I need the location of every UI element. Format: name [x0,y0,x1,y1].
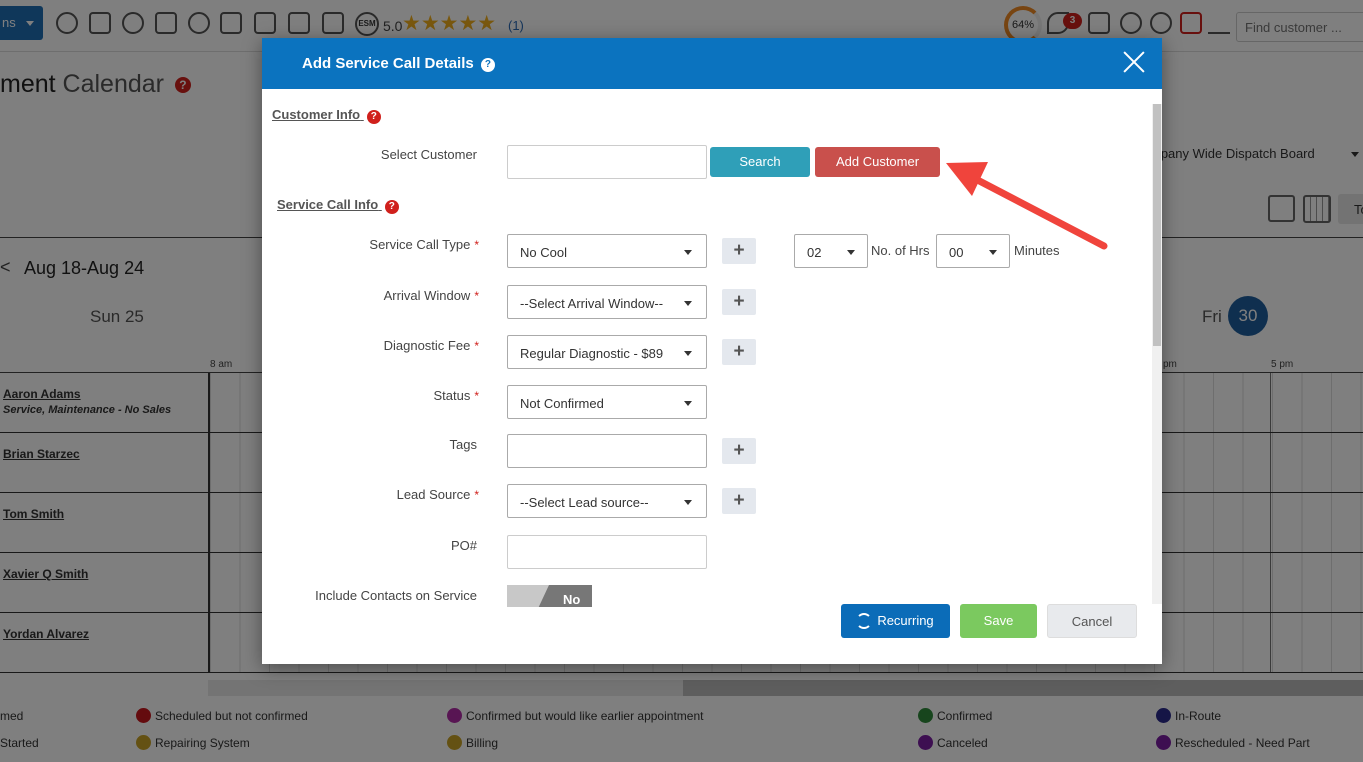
required-mark: * [474,289,479,303]
service-call-info-section: Service Call Info ? [277,197,399,214]
help-icon[interactable]: ? [366,110,381,124]
required-mark: * [474,339,479,353]
hours-suffix: No. of Hrs [871,243,930,258]
service-call-type-label: Service Call Type * [262,237,479,252]
add-customer-button[interactable]: Add Customer [815,147,940,177]
hours-select[interactable]: 02 [794,234,868,268]
modal-scrollbar[interactable] [1152,104,1162,604]
recurring-button[interactable]: Recurring [841,604,950,638]
select-value: Not Confirmed [520,396,604,411]
po-label: PO# [450,538,477,553]
scrollbar-thumb[interactable] [1153,104,1161,346]
select-value: Regular Diagnostic - $89 [520,346,664,361]
service-call-type-select[interactable]: No Cool [507,234,707,268]
include-contacts-label: Include Contacts on Service [315,588,477,603]
modal-header: Add Service Call Details ? [262,38,1162,89]
lead-source-label: Lead Source * [262,487,479,502]
add-diagnostic-fee-button[interactable]: + [722,339,756,365]
search-button[interactable]: Search [710,147,810,177]
select-value: No Cool [520,245,567,260]
select-customer-label: Select Customer [380,147,477,162]
status-label: Status * [262,388,479,403]
add-arrival-window-button[interactable]: + [722,289,756,315]
close-icon[interactable] [1122,50,1146,74]
chevron-down-icon [684,250,692,255]
refresh-icon [856,613,872,629]
customer-info-section: Customer Info ? [272,107,381,124]
section-title-text: Customer Info [272,107,361,122]
chevron-down-icon [684,351,692,356]
recurring-label: Recurring [877,613,934,628]
toggle-label: No [563,592,581,607]
chevron-down-icon [684,401,692,406]
select-value: --Select Lead source-- [520,495,649,510]
arrival-window-select[interactable]: --Select Arrival Window-- [507,285,707,319]
add-service-call-modal: Add Service Call Details ? Customer Info… [262,38,1162,664]
tags-label: Tags [449,437,477,452]
status-select[interactable]: Not Confirmed [507,385,707,419]
help-icon[interactable]: ? [384,200,399,214]
label-text: Status [433,388,471,403]
add-tag-button[interactable]: + [722,438,756,464]
required-mark: * [474,389,479,403]
required-mark: * [474,238,479,252]
label-text: Diagnostic Fee [383,338,471,353]
diagnostic-fee-label: Diagnostic Fee * [262,338,479,353]
lead-source-select[interactable]: --Select Lead source-- [507,484,707,518]
include-contacts-toggle[interactable]: No [507,585,592,607]
modal-title: Add Service Call Details ? [302,55,495,72]
cancel-button[interactable]: Cancel [1047,604,1137,638]
label-text: Service Call Type [369,237,471,252]
save-button[interactable]: Save [960,604,1037,638]
chevron-down-icon [847,250,855,255]
section-title-text: Service Call Info [277,197,379,212]
help-icon[interactable]: ? [480,58,495,72]
select-value: 02 [807,245,822,260]
add-lead-source-button[interactable]: + [722,488,756,514]
tags-input[interactable] [507,434,707,468]
add-service-type-button[interactable]: + [722,238,756,264]
po-input[interactable] [507,535,707,569]
required-mark: * [474,488,479,502]
diagnostic-fee-select[interactable]: Regular Diagnostic - $89 [507,335,707,369]
modal-title-text: Add Service Call Details [302,55,474,72]
select-value: --Select Arrival Window-- [520,296,664,311]
toggle-track [507,585,549,607]
label-text: Arrival Window [383,288,471,303]
chevron-down-icon [684,500,692,505]
label-text: Lead Source [396,487,471,502]
annotation-arrow-icon [946,162,1108,250]
customer-search-input[interactable] [507,145,707,179]
arrival-window-label: Arrival Window * [262,288,479,303]
chevron-down-icon [684,301,692,306]
